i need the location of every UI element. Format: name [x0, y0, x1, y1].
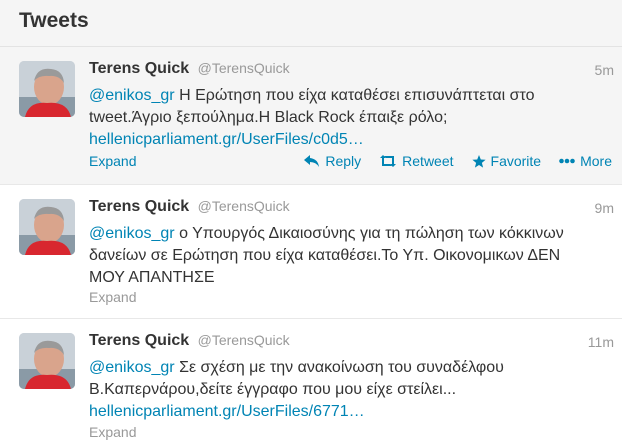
- tweet-text: @enikos_gr Σε σχέση με την ανακοίνωση το…: [89, 357, 589, 423]
- tweet-timestamp[interactable]: 5m: [595, 62, 614, 78]
- tweet-fullname[interactable]: Terens Quick: [89, 332, 189, 349]
- tweet-text: @enikos_gr ο Υπουργός Δικαιοσύνης για τη…: [89, 223, 589, 289]
- retweet-button[interactable]: Retweet: [379, 153, 454, 169]
- more-button[interactable]: More: [559, 153, 612, 169]
- expand-link[interactable]: Expand: [89, 424, 136, 440]
- avatar[interactable]: [19, 199, 75, 255]
- reply-icon: [304, 155, 320, 167]
- tweet-username[interactable]: @TerensQuick: [198, 60, 290, 76]
- expand-link[interactable]: Expand: [89, 153, 136, 169]
- tweet-header: Terens Quick @TerensQuick: [89, 60, 290, 78]
- retweet-label: Retweet: [402, 153, 454, 169]
- star-icon: [471, 154, 486, 168]
- tweet-item[interactable]: Terens Quick @TerensQuick 11m @enikos_gr…: [0, 319, 622, 444]
- tweet-text: @enikos_gr Η Ερώτηση που είχα καταθέσει …: [89, 85, 589, 151]
- tweet-item[interactable]: Terens Quick @TerensQuick 9m @enikos_gr …: [0, 185, 622, 319]
- tweet-fullname[interactable]: Terens Quick: [89, 60, 189, 77]
- more-label: More: [580, 153, 612, 169]
- tweet-fullname[interactable]: Terens Quick: [89, 198, 189, 215]
- tweet-timestamp[interactable]: 11m: [588, 334, 614, 350]
- tweet-link[interactable]: hellenicparliament.gr/UserFiles/6771…: [89, 401, 589, 423]
- tweet-header: Terens Quick @TerensQuick: [89, 332, 290, 350]
- reply-label: Reply: [325, 153, 362, 169]
- reply-button[interactable]: Reply: [304, 153, 361, 169]
- tweet-actions: Reply Retweet Favorite More: [286, 153, 612, 169]
- tweet-username[interactable]: @TerensQuick: [198, 332, 290, 348]
- avatar[interactable]: [19, 333, 75, 389]
- stream-header: Tweets: [0, 0, 622, 47]
- expand-link[interactable]: Expand: [89, 289, 136, 305]
- favorite-label: Favorite: [490, 153, 542, 169]
- avatar[interactable]: [19, 61, 75, 117]
- more-dots-icon: [559, 158, 575, 164]
- tweet-mention[interactable]: @enikos_gr: [89, 225, 175, 242]
- stream-title: Tweets: [19, 9, 89, 32]
- retweet-icon: [379, 155, 397, 167]
- tweet-link[interactable]: hellenicparliament.gr/UserFiles/c0d5…: [89, 129, 589, 151]
- favorite-button[interactable]: Favorite: [471, 153, 542, 169]
- tweet-mention[interactable]: @enikos_gr: [89, 359, 175, 376]
- tweet-mention[interactable]: @enikos_gr: [89, 87, 175, 104]
- tweet-item[interactable]: Terens Quick @TerensQuick 5m @enikos_gr …: [0, 47, 622, 185]
- tweet-timestamp[interactable]: 9m: [595, 200, 614, 216]
- tweet-header: Terens Quick @TerensQuick: [89, 198, 290, 216]
- tweet-username[interactable]: @TerensQuick: [198, 198, 290, 214]
